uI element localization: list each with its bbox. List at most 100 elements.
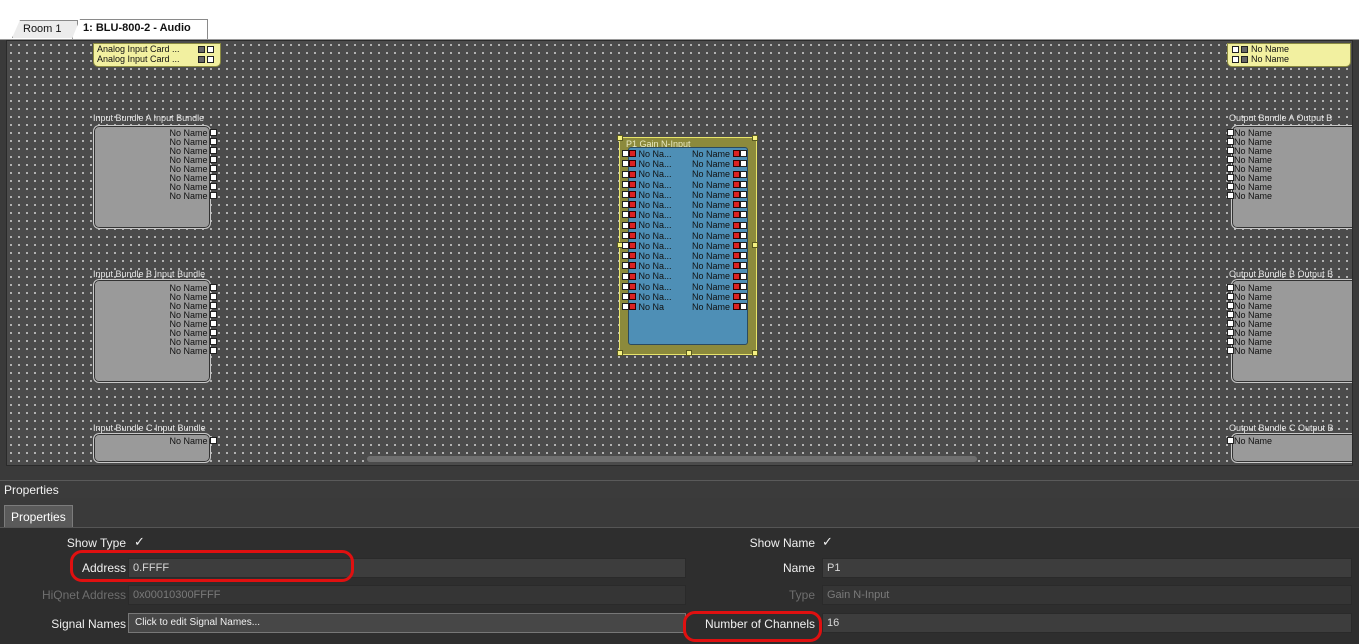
name-field[interactable]: P1	[822, 558, 1352, 578]
input-port-icon[interactable]	[629, 262, 636, 270]
port-icon[interactable]	[1227, 338, 1234, 346]
gain-output-row[interactable]: No Name	[692, 252, 747, 261]
gain-output-row[interactable]: No Name	[692, 170, 747, 179]
port-icon[interactable]	[622, 170, 629, 178]
port-icon[interactable]	[1227, 320, 1234, 328]
list-item[interactable]: No Name	[127, 437, 217, 446]
output-port-icon[interactable]	[732, 303, 740, 311]
gain-output-row[interactable]: No Name	[692, 221, 747, 230]
input-port-icon[interactable]	[629, 221, 636, 229]
port-icon[interactable]	[1227, 192, 1234, 200]
port-icon[interactable]	[1232, 55, 1239, 63]
port-icon[interactable]	[739, 211, 747, 219]
gain-input-row[interactable]: No Na...	[622, 150, 672, 159]
port-icon[interactable]	[622, 221, 629, 229]
port-icon[interactable]	[210, 293, 217, 301]
tab-properties[interactable]: Properties	[4, 505, 73, 527]
port-icon[interactable]	[1227, 293, 1234, 301]
port-icon[interactable]	[739, 180, 747, 188]
port-icon[interactable]	[739, 160, 747, 168]
tab-blu-800-audio[interactable]: 1: BLU-800-2 - Audio	[72, 19, 208, 39]
port-icon[interactable]	[1227, 302, 1234, 310]
port-icon[interactable]	[739, 241, 747, 249]
gain-output-row[interactable]: No Name	[692, 272, 747, 281]
port-icon[interactable]	[1227, 284, 1234, 292]
list-item[interactable]: No Name	[1227, 192, 1272, 201]
gain-output-row[interactable]: No Name	[692, 262, 747, 271]
resize-handle[interactable]	[617, 350, 623, 356]
port-icon[interactable]	[210, 174, 217, 182]
gain-input-row[interactable]: No Na...	[622, 231, 672, 241]
gain-output-row[interactable]: No Name	[692, 150, 747, 159]
gain-output-row[interactable]: No Name	[692, 231, 747, 241]
port-icon[interactable]	[622, 201, 629, 209]
resize-handle[interactable]	[752, 242, 758, 248]
horizontal-scrollbar[interactable]	[367, 456, 977, 462]
port-icon[interactable]	[739, 252, 747, 260]
gain-input-row[interactable]: No Na...	[622, 282, 672, 292]
port-icon[interactable]	[1241, 55, 1248, 63]
gain-input-row[interactable]: No Na...	[622, 292, 672, 302]
port-icon[interactable]	[1227, 183, 1234, 191]
output-port-icon[interactable]	[732, 170, 740, 178]
gain-input-row[interactable]: No Na...	[622, 272, 672, 281]
gain-output-row[interactable]: No Name	[692, 292, 747, 302]
output-port-icon[interactable]	[732, 190, 740, 198]
gain-input-row[interactable]: No Na...	[622, 262, 672, 271]
port-icon[interactable]	[739, 303, 747, 311]
port-icon[interactable]	[1227, 165, 1234, 173]
port-icon[interactable]	[1227, 147, 1234, 155]
port-icon[interactable]	[1227, 174, 1234, 182]
gain-input-row[interactable]: No Na...	[622, 221, 672, 230]
port-icon[interactable]	[1227, 156, 1234, 164]
output-port-icon[interactable]	[732, 282, 740, 290]
list-item[interactable]: No Name	[1227, 347, 1272, 356]
port-icon[interactable]	[622, 272, 629, 280]
port-icon[interactable]	[210, 311, 217, 319]
port-icon[interactable]	[739, 231, 747, 239]
analog-output-card[interactable]: No Name No Name	[1227, 43, 1351, 67]
input-port-icon[interactable]	[629, 170, 636, 178]
port-icon[interactable]	[210, 147, 217, 155]
gain-input-row[interactable]: No Na...	[622, 211, 672, 220]
gain-input-row[interactable]: No Na...	[622, 160, 672, 169]
gain-output-row[interactable]: No Name	[692, 180, 747, 190]
port-icon[interactable]	[622, 160, 629, 168]
input-port-icon[interactable]	[629, 190, 636, 198]
port-icon[interactable]	[622, 292, 629, 300]
port-icon[interactable]	[622, 262, 629, 270]
edit-signal-names-button[interactable]: Click to edit Signal Names...	[128, 613, 686, 633]
port-icon[interactable]	[622, 190, 629, 198]
port-icon[interactable]	[1227, 347, 1234, 355]
port-icon[interactable]	[210, 338, 217, 346]
port-icon[interactable]	[739, 262, 747, 270]
port-icon[interactable]	[622, 180, 629, 188]
output-port-icon[interactable]	[732, 252, 740, 260]
port-icon[interactable]	[622, 252, 629, 260]
input-port-icon[interactable]	[629, 211, 636, 219]
gain-input-row[interactable]: No Na...	[622, 201, 672, 210]
gain-output-row[interactable]: No Name	[692, 201, 747, 210]
gain-output-row[interactable]: No Name	[692, 211, 747, 220]
port-icon[interactable]	[198, 55, 205, 63]
port-icon[interactable]	[1227, 311, 1234, 319]
port-icon[interactable]	[210, 192, 217, 200]
input-port-icon[interactable]	[629, 150, 636, 158]
port-icon[interactable]	[210, 437, 217, 445]
port-icon[interactable]	[210, 347, 217, 355]
input-port-icon[interactable]	[629, 160, 636, 168]
port-icon[interactable]	[1227, 138, 1234, 146]
tab-room-1[interactable]: Room 1	[12, 20, 78, 38]
output-port-icon[interactable]	[732, 150, 740, 158]
input-port-icon[interactable]	[629, 241, 636, 249]
port-icon[interactable]	[207, 45, 214, 53]
gain-output-row[interactable]: No Name	[692, 190, 747, 200]
output-port-icon[interactable]	[732, 221, 740, 229]
gain-output-row[interactable]: No Name	[692, 303, 747, 312]
port-icon[interactable]	[1241, 45, 1248, 53]
output-port-icon[interactable]	[732, 201, 740, 209]
output-port-icon[interactable]	[732, 241, 740, 249]
show-name-checkbox[interactable]: ✓	[822, 534, 833, 550]
input-port-icon[interactable]	[629, 272, 636, 280]
port-icon[interactable]	[739, 282, 747, 290]
